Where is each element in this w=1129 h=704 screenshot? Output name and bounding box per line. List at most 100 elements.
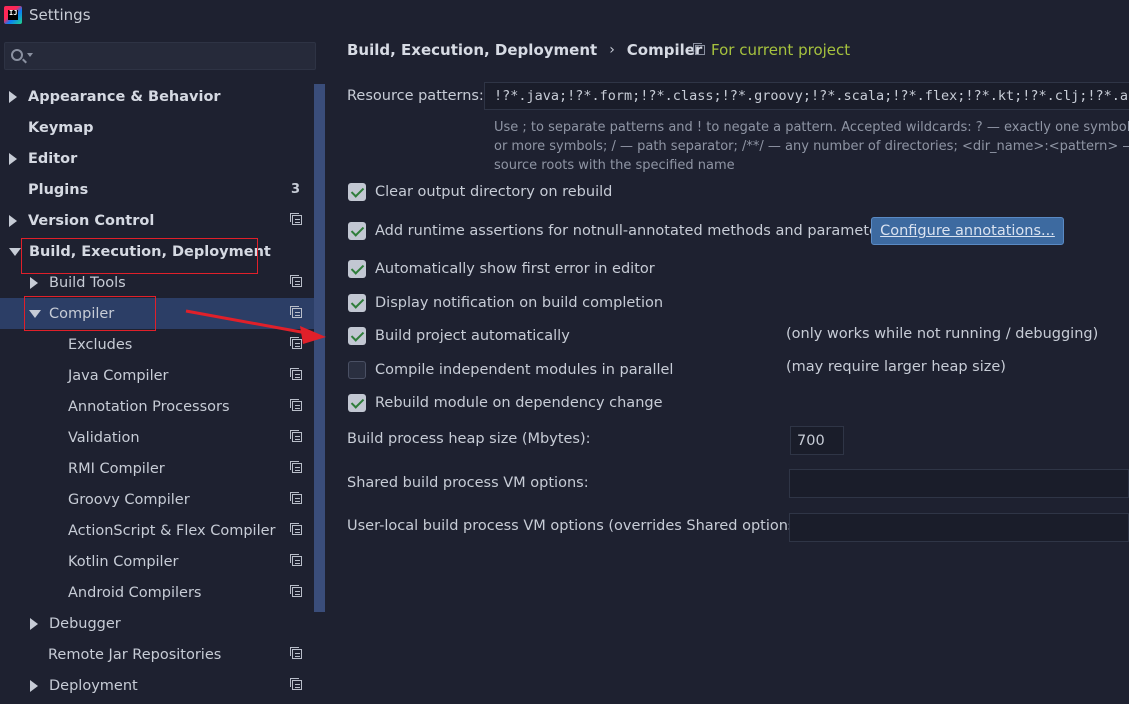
- sidebar-item-android-compilers[interactable]: Android Compilers: [0, 577, 314, 608]
- sidebar-item-rmi-compiler[interactable]: RMI Compiler: [0, 453, 314, 484]
- compile-parallel-checkbox-row[interactable]: Compile independent modules in parallel: [348, 359, 673, 381]
- sidebar-item-label: Java Compiler: [68, 367, 169, 384]
- expand-arrow-icon[interactable]: [9, 152, 17, 165]
- highlight-box-compiler: [24, 296, 156, 331]
- checkbox-checked[interactable]: [348, 327, 366, 345]
- expand-arrow-icon[interactable]: [9, 214, 17, 227]
- checkbox-checked[interactable]: [348, 260, 366, 278]
- sidebar-item-label: Build Tools: [49, 274, 126, 291]
- shared-vm-options-field[interactable]: [789, 469, 1129, 498]
- settings-window: IJ Settings Appearance & Behavior Keymap…: [0, 0, 1129, 704]
- settings-search[interactable]: [4, 42, 316, 70]
- breadcrumb-parent[interactable]: Build, Execution, Deployment: [347, 41, 597, 59]
- resource-patterns-input[interactable]: !?*.java;!?*.form;!?*.class;!?*.groovy;!…: [484, 82, 1129, 110]
- user-vm-options-field[interactable]: [789, 513, 1129, 542]
- sidebar-item-keymap[interactable]: Keymap: [0, 112, 314, 143]
- display-notification-checkbox-row[interactable]: Display notification on build completion: [348, 292, 663, 314]
- checkbox-checked[interactable]: [348, 222, 366, 240]
- sidebar-item-label: Editor: [28, 150, 78, 167]
- sidebar-item-appearance-behavior[interactable]: Appearance & Behavior: [0, 81, 314, 112]
- heap-size-label: Build process heap size (Mbytes):: [347, 431, 591, 447]
- shared-vm-options-label: Shared build process VM options:: [347, 475, 589, 491]
- settings-sidebar: Appearance & Behavior Keymap Editor Plug…: [0, 30, 326, 704]
- sidebar-item-version-control[interactable]: Version Control: [0, 205, 314, 236]
- configure-annotations-button[interactable]: Configure annotations...: [871, 217, 1064, 245]
- sidebar-item-java-compiler[interactable]: Java Compiler: [0, 360, 314, 391]
- sidebar-item-label: Version Control: [28, 212, 155, 229]
- sidebar-item-editor[interactable]: Editor: [0, 143, 314, 174]
- sidebar-item-kotlin-compiler[interactable]: Kotlin Compiler: [0, 546, 314, 577]
- checkbox-label[interactable]: Clear output directory on rebuild: [375, 184, 612, 200]
- expand-arrow-icon[interactable]: [9, 90, 17, 103]
- sidebar-item-excludes[interactable]: Excludes: [0, 329, 314, 360]
- project-scope-icon: [290, 647, 302, 659]
- rebuild-module-checkbox-row[interactable]: Rebuild module on dependency change: [348, 392, 663, 414]
- parallel-note: (may require larger heap size): [786, 359, 1006, 375]
- checkbox-checked[interactable]: [348, 294, 366, 312]
- sidebar-item-label: Deployment: [49, 677, 138, 694]
- project-scope-icon: [290, 554, 302, 566]
- project-scope-icon: [290, 399, 302, 411]
- resource-patterns-value[interactable]: !?*.java;!?*.form;!?*.class;!?*.groovy;!…: [494, 88, 1129, 104]
- expand-arrow-icon[interactable]: [30, 617, 38, 630]
- compiler-settings-panel: Build, Execution, Deployment › Compiler …: [326, 30, 1129, 704]
- hint-line: source roots with the specified name: [494, 158, 735, 173]
- project-scope-icon: [290, 337, 302, 349]
- collapse-arrow-icon[interactable]: [9, 247, 21, 256]
- sidebar-item-remote-jar-repositories[interactable]: Remote Jar Repositories: [0, 639, 314, 670]
- project-scope-icon: [290, 523, 302, 535]
- heap-size-input[interactable]: [791, 427, 843, 454]
- project-scope-icon: [290, 585, 302, 597]
- scope-indicator: For current project: [693, 41, 851, 59]
- checkbox-label[interactable]: Add runtime assertions for notnull-annot…: [375, 223, 891, 239]
- sidebar-item-label: ActionScript & Flex Compiler: [68, 522, 276, 539]
- checkbox-label[interactable]: Compile independent modules in parallel: [375, 362, 673, 378]
- project-scope-icon: [290, 461, 302, 473]
- breadcrumb-current: Compiler: [626, 41, 703, 59]
- title-bar: IJ Settings: [0, 0, 1129, 30]
- project-scope-icon: [290, 678, 302, 690]
- intellij-logo-icon: IJ: [4, 6, 22, 24]
- search-icon[interactable]: [11, 49, 23, 61]
- sidebar-item-annotation-processors[interactable]: Annotation Processors: [0, 391, 314, 422]
- sidebar-item-label: Android Compilers: [68, 584, 202, 601]
- breadcrumb-separator: ›: [609, 42, 615, 58]
- sidebar-item-label: Appearance & Behavior: [28, 88, 221, 105]
- user-vm-options-label: User-local build process VM options (ove…: [347, 518, 807, 534]
- sidebar-item-groovy-compiler[interactable]: Groovy Compiler: [0, 484, 314, 515]
- user-vm-options-input[interactable]: [790, 514, 1128, 541]
- shared-vm-options-input[interactable]: [790, 470, 1128, 497]
- sidebar-item-label: Groovy Compiler: [68, 491, 190, 508]
- sidebar-item-deployment[interactable]: Deployment: [0, 670, 314, 701]
- project-scope-icon: [693, 43, 705, 55]
- resource-patterns-label: Resource patterns:: [347, 88, 484, 104]
- sidebar-item-actionscript-flex-compiler[interactable]: ActionScript & Flex Compiler: [0, 515, 314, 546]
- expand-arrow-icon[interactable]: [30, 679, 38, 692]
- build-auto-note: (only works while not running / debuggin…: [786, 326, 1099, 342]
- build-project-automatically-checkbox-row[interactable]: Build project automatically: [348, 325, 570, 347]
- clear-output-checkbox-row[interactable]: Clear output directory on rebuild: [348, 181, 612, 203]
- checkbox-checked[interactable]: [348, 183, 366, 201]
- sidebar-item-validation[interactable]: Validation: [0, 422, 314, 453]
- sidebar-scrollbar[interactable]: [314, 84, 325, 612]
- sidebar-item-label: Plugins: [28, 181, 89, 198]
- plugins-count-badge: 3: [290, 182, 300, 197]
- sidebar-item-label: Kotlin Compiler: [68, 553, 179, 570]
- sidebar-item-plugins[interactable]: Plugins 3: [0, 174, 314, 205]
- search-input[interactable]: [35, 46, 305, 66]
- checkbox-checked[interactable]: [348, 394, 366, 412]
- checkbox-label[interactable]: Display notification on build completion: [375, 295, 663, 311]
- project-scope-icon: [290, 430, 302, 442]
- heap-size-field[interactable]: [790, 426, 844, 455]
- show-first-error-checkbox-row[interactable]: Automatically show first error in editor: [348, 258, 655, 280]
- scope-label: For current project: [711, 41, 851, 59]
- sidebar-item-debugger[interactable]: Debugger: [0, 608, 314, 639]
- checkbox-label[interactable]: Build project automatically: [375, 328, 570, 344]
- chevron-down-icon[interactable]: [27, 53, 33, 57]
- runtime-assertions-checkbox-row[interactable]: Add runtime assertions for notnull-annot…: [348, 220, 891, 242]
- highlight-box-build-execution-deployment: [21, 238, 258, 274]
- checkbox-label[interactable]: Automatically show first error in editor: [375, 261, 655, 277]
- checkbox-label[interactable]: Rebuild module on dependency change: [375, 395, 663, 411]
- expand-arrow-icon[interactable]: [30, 276, 38, 289]
- checkbox-unchecked[interactable]: [348, 361, 366, 379]
